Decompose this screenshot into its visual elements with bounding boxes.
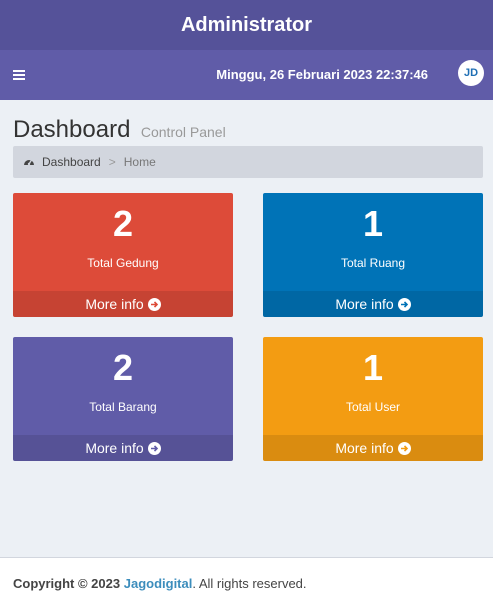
box-value: 1 <box>362 203 384 244</box>
arrow-circle-right-icon <box>147 297 161 311</box>
more-info-link-user[interactable]: More info <box>263 435 483 461</box>
breadcrumb-dashboard[interactable]: Dashboard <box>42 155 101 169</box>
total-ruang-box: 1 Total Ruang More info <box>263 193 483 317</box>
box-label: Total User <box>345 400 401 414</box>
page-footer: Copyright © 2023 Jagodigital . All right… <box>0 557 493 609</box>
arrow-circle-right-icon <box>397 441 411 455</box>
rights-text: . All rights reserved. <box>192 576 307 591</box>
arrow-circle-right-icon <box>147 441 161 455</box>
page-subtitle: Control Panel <box>140 124 226 140</box>
datetime-display: Minggu, 26 Februari 2023 22:37:46 <box>216 67 428 82</box>
box-value: 2 <box>112 203 134 244</box>
more-info-label: More info <box>85 440 144 456</box>
more-info-label: More info <box>335 296 394 312</box>
hamburger-menu-icon[interactable] <box>13 70 25 80</box>
box-label: Total Gedung <box>87 256 159 270</box>
more-info-label: More info <box>335 440 394 456</box>
box-label: Total Ruang <box>340 256 406 270</box>
avatar-initials: JD <box>463 67 479 79</box>
app-title: Administrator <box>180 13 313 36</box>
content-header: Dashboard Control Panel <box>13 116 226 144</box>
box-label: Total Barang <box>89 400 157 414</box>
more-info-link-gedung[interactable]: More info <box>13 291 233 317</box>
top-header: Administrator <box>0 0 493 50</box>
more-info-link-barang[interactable]: More info <box>13 435 233 461</box>
total-barang-box: 2 Total Barang More info <box>13 337 233 461</box>
box-value: 2 <box>112 347 134 388</box>
more-info-link-ruang[interactable]: More info <box>263 291 483 317</box>
breadcrumb-separator: > <box>108 155 116 169</box>
more-info-label: More info <box>85 296 144 312</box>
copyright-text: Copyright © 2023 <box>13 576 121 591</box>
navbar: Minggu, 26 Februari 2023 22:37:46 <box>0 50 493 100</box>
total-gedung-box: 2 Total Gedung More info <box>13 193 233 317</box>
user-avatar[interactable]: JD <box>458 60 484 86</box>
dashboard-icon <box>24 159 34 166</box>
breadcrumb-home: Home <box>123 155 156 169</box>
breadcrumb: Dashboard > Home <box>13 146 483 178</box>
arrow-circle-right-icon <box>397 297 411 311</box>
box-value: 1 <box>362 347 384 388</box>
company-link[interactable]: Jagodigital <box>124 576 193 591</box>
total-user-box: 1 Total User More info <box>263 337 483 461</box>
page-title: Dashboard <box>13 116 131 143</box>
